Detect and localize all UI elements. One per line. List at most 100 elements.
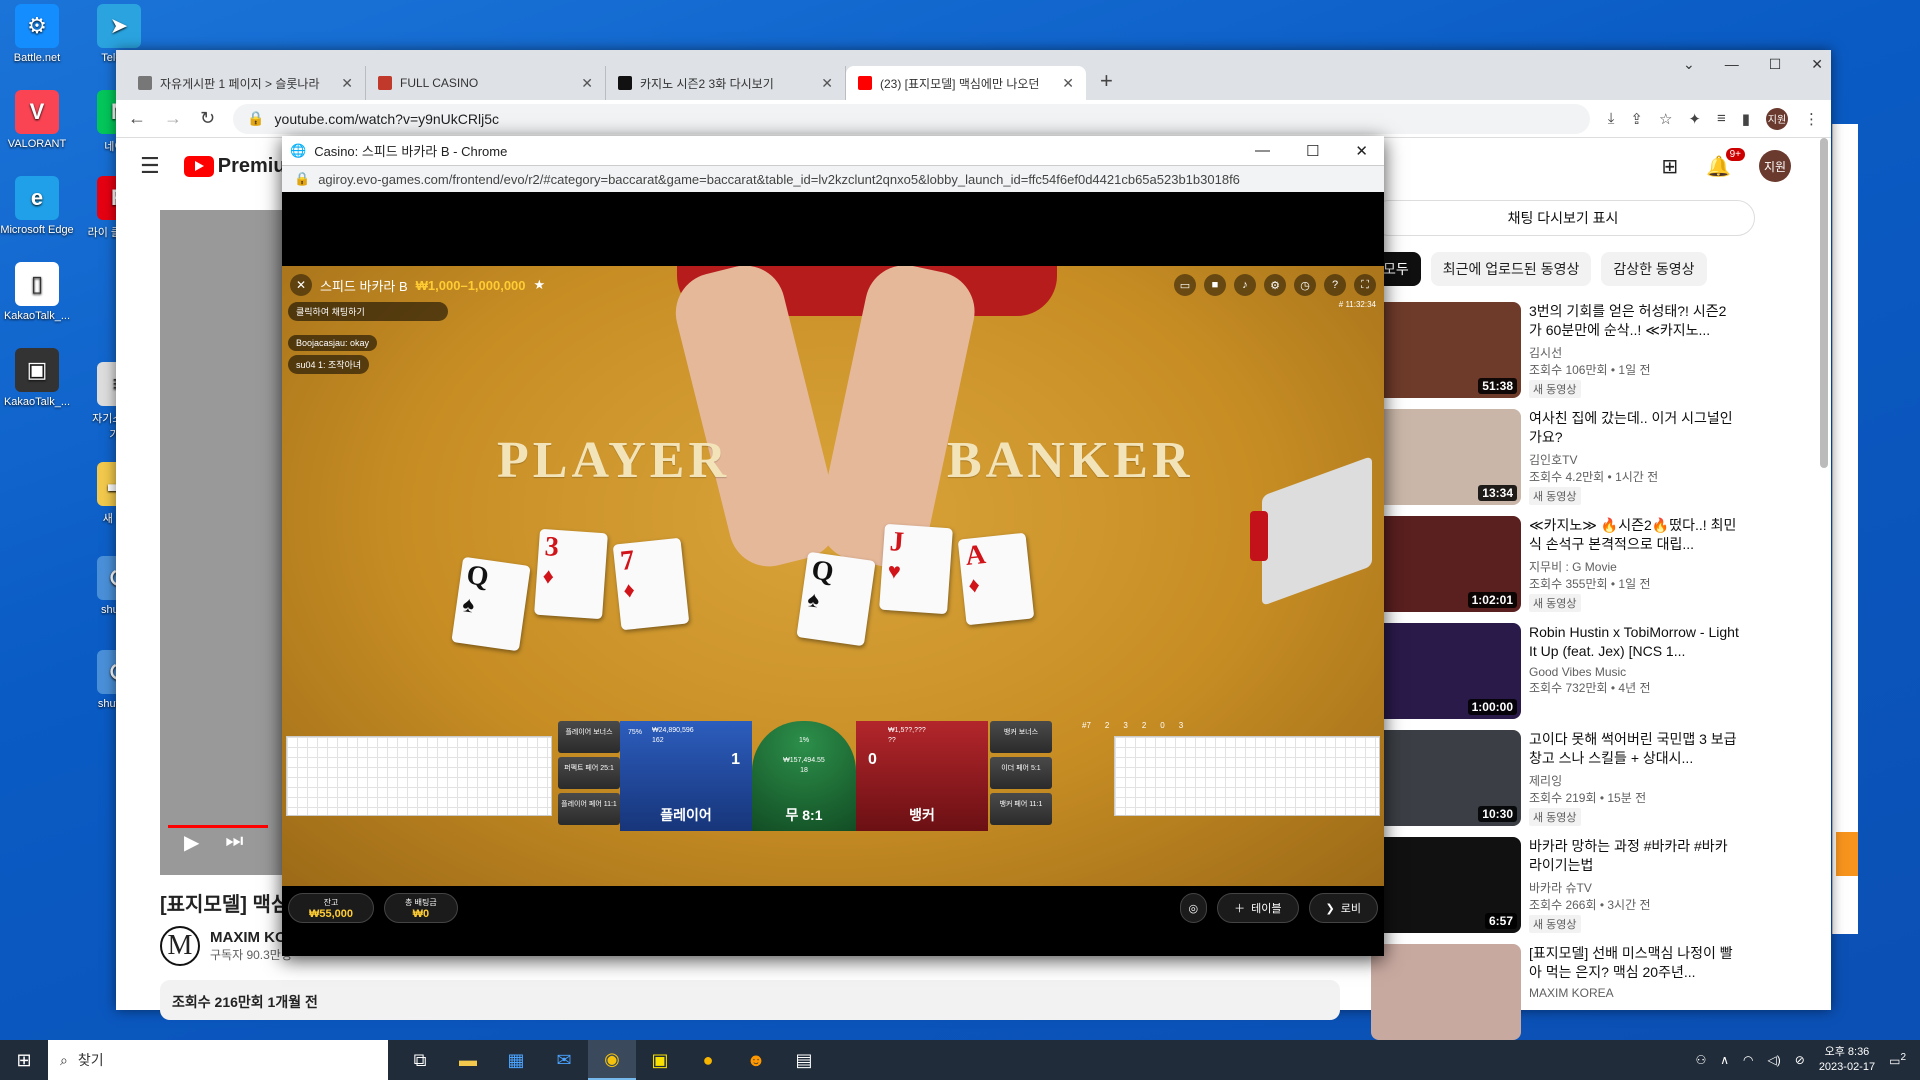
profile-avatar[interactable]: 지원 [1766,107,1788,130]
sound-icon[interactable]: ♪ [1234,274,1256,296]
calculator-icon[interactable]: ▤ [780,1040,828,1080]
tab-close-icon[interactable]: ✕ [341,75,353,92]
network-icon[interactable]: ◠ [1743,1053,1753,1067]
start-windows-icon[interactable]: ⊞ [0,1040,48,1080]
tie-bet-spot[interactable]: 1% ₩157,494.55 18 무 8:1 [752,721,856,831]
recommended-video[interactable]: 10:30 고이다 못해 썩어버린 국민맵 3 보급창고 스나 스킬들 + 상대시… [1371,730,1791,837]
recommended-video[interactable]: [표지모델] 선배 미스맥심 나정이 빨아 먹는 은지? 맥심 20주년... M… [1371,944,1791,1051]
reload-icon[interactable]: ↻ [200,108,215,129]
video-title[interactable]: ≪카지노≫ 🔥시즌2🔥떴다..! 최민식 손석구 본격적으로 대립... [1529,516,1739,554]
lobby-button[interactable]: ❯ 로비 [1308,893,1378,923]
video-channel[interactable]: 김인호TV [1529,451,1739,468]
big-road-right[interactable] [1114,736,1380,816]
video-progress-bar[interactable] [168,825,268,828]
video-channel[interactable]: 제리잉 [1529,772,1739,789]
chip-stack-icon[interactable]: ◎ [1179,893,1208,923]
next-icon[interactable]: ⏭ [225,830,243,855]
chat-icon[interactable]: ▭ [1174,274,1196,296]
video-thumbnail[interactable]: 6:57 [1371,837,1521,933]
volume-icon[interactable]: ◁) [1768,1053,1781,1067]
bookmark-star-icon[interactable]: ☆ [1659,110,1672,128]
people-icon[interactable]: ⚇ [1695,1053,1706,1067]
tray-chevron-icon[interactable]: ∧ [1720,1053,1729,1067]
extensions-icon[interactable]: ✦ [1688,110,1701,128]
video-channel[interactable]: MAXIM KOREA [1529,986,1739,1000]
video-channel[interactable]: 지무비 : G Movie [1529,558,1739,575]
install-icon[interactable]: ⤓ [1608,110,1615,127]
side-bet-spot[interactable]: 뱅커 페어 11:1 [990,793,1052,825]
tab-close-icon[interactable]: ✕ [821,75,833,92]
app-dots-icon[interactable]: ● [684,1040,732,1080]
video-channel[interactable]: 김시선 [1529,344,1739,361]
help-icon[interactable]: ? [1324,274,1346,296]
tab-close-icon[interactable]: ✕ [581,75,593,92]
browser-tab[interactable]: FULL CASINO ✕ [366,66,606,100]
desktop-icon[interactable]: ▯ KakaoTalk_... [0,262,74,322]
popup-maximize-button[interactable]: ☐ [1306,142,1319,160]
file-explorer-icon[interactable]: ▬ [444,1040,492,1080]
task-view-icon[interactable]: ⧉ [396,1040,444,1080]
ime-icon[interactable]: ⊘ [1795,1053,1805,1067]
address-bar[interactable]: 🔒 youtube.com/watch?v=y9nUkCRlj5c [233,103,1590,134]
chat-replay-button[interactable]: 채팅 다시보기 표시 [1371,200,1755,236]
notifications-icon[interactable]: ▭2 [1889,1052,1906,1068]
video-title[interactable]: [표지모델] 선배 미스맥심 나정이 빨아 먹는 은지? 맥심 20주년... [1529,944,1739,982]
clock[interactable]: 오후 8:36 2023-02-17 [1819,1045,1875,1075]
video-thumbnail[interactable]: 51:38 [1371,302,1521,398]
filter-chip[interactable]: 감상한 동영상 [1601,252,1707,286]
video-icon[interactable]: ■ [1204,274,1226,296]
recommended-video[interactable]: 1:00:00 Robin Hustin x TobiMorrow - Light… [1371,623,1791,730]
new-tab-button[interactable]: + [1086,68,1127,100]
side-bet-spot[interactable]: 뱅커 보너스 [990,721,1052,753]
tab-close-icon[interactable]: ✕ [1062,75,1074,92]
channel-logo[interactable]: M [160,926,200,966]
browser-tab[interactable]: 자유게시판 1 페이지 > 슬롯나라 ✕ [126,66,366,100]
description-box[interactable]: 조회수 216만회 1개월 전 [160,980,1340,1020]
add-table-button[interactable]: ＋ 테이블 [1217,893,1299,923]
maximize-button[interactable]: ☐ [1769,56,1782,73]
video-title[interactable]: 고이다 못해 썩어버린 국민맵 3 보급창고 스나 스킬들 + 상대시... [1529,730,1739,768]
desktop-icon[interactable]: e Microsoft Edge [0,176,74,236]
video-title[interactable]: 3번의 기회를 얻은 허성태?! 시즌2가 60분만에 순삭..! ≪카지노..… [1529,302,1739,340]
player-bet-spot[interactable]: 75% ₩24,890,596 162 1 플레이어 [620,721,752,831]
video-thumbnail[interactable] [1371,944,1521,1040]
filter-chip[interactable]: 최근에 업로드된 동영상 [1430,252,1592,286]
desktop-icon[interactable]: V VALORANT [0,90,74,150]
close-button[interactable]: ✕ [1811,56,1823,73]
minimize-button[interactable]: — [1725,56,1739,73]
fullscreen-icon[interactable]: ⛶ [1354,274,1376,296]
chat-message[interactable]: 클릭하여 채팅하기 [288,302,448,321]
video-thumbnail[interactable]: 1:00:00 [1371,623,1521,719]
browser-tab[interactable]: 카지노 시즌2 3화 다시보기 ✕ [606,66,846,100]
recommended-video[interactable]: 51:38 3번의 기회를 얻은 허성태?! 시즌2가 60분만에 순삭..! ≪… [1371,302,1791,409]
banker-bet-spot[interactable]: ₩1,5??,??? ?? 0 뱅커 [856,721,988,831]
video-title[interactable]: 바카라 망하는 과정 #바카라 #바카라이기는법 [1529,837,1739,875]
video-title[interactable]: 여사친 집에 갔는데.. 이거 시그널인가요? [1529,409,1739,447]
forward-icon[interactable]: → [164,108,182,129]
smile-app-icon[interactable]: ☻ [732,1040,780,1080]
history-icon[interactable]: ◷ [1294,274,1316,296]
share-icon[interactable]: ⇪ [1630,110,1643,128]
side-bet-spot[interactable]: 퍼펙트 페어 25:1 [558,757,620,789]
browser-tab[interactable]: (23) [표지모델] 맥심에만 나오던 ✕ [846,66,1086,100]
popup-url-bar[interactable]: 🔒 agiroy.evo-games.com/frontend/evo/r2/#… [282,166,1384,192]
youtube-avatar[interactable]: 지원 [1759,150,1791,182]
recommended-video[interactable]: 13:34 여사친 집에 갔는데.. 이거 시그널인가요? 김인호TV 조회수 4.2… [1371,409,1791,516]
recommended-video[interactable]: 1:02:01 ≪카지노≫ 🔥시즌2🔥떴다..! 최민식 손석구 본격적으로 대립… [1371,516,1791,623]
recommended-video[interactable]: 6:57 바카라 망하는 과정 #바카라 #바카라이기는법 바카라 슈TV 조회수 2… [1371,837,1791,944]
page-scrollbar[interactable] [1820,138,1828,468]
play-icon[interactable]: ▶ [184,830,199,855]
close-game-icon[interactable]: ✕ [290,274,312,296]
side-panel-icon[interactable]: ▮ [1742,110,1750,128]
video-channel[interactable]: Good Vibes Music [1529,665,1739,679]
mail-icon[interactable]: ✉ [540,1040,588,1080]
notifications-bell-icon[interactable]: 🔔 9+ [1706,147,1745,179]
kakaotalk-icon[interactable]: ▣ [636,1040,684,1080]
taskbar-search[interactable]: ⌕ 찾기 [48,1040,388,1080]
video-channel[interactable]: 바카라 슈TV [1529,879,1739,896]
video-thumbnail[interactable]: 10:30 [1371,730,1521,826]
desktop-icon[interactable]: ▣ KakaoTalk_... [0,348,74,408]
popup-close-button[interactable]: ✕ [1355,142,1368,160]
settings-gear-icon[interactable]: ⚙ [1264,274,1286,296]
reading-list-icon[interactable]: ≡ [1717,110,1726,127]
